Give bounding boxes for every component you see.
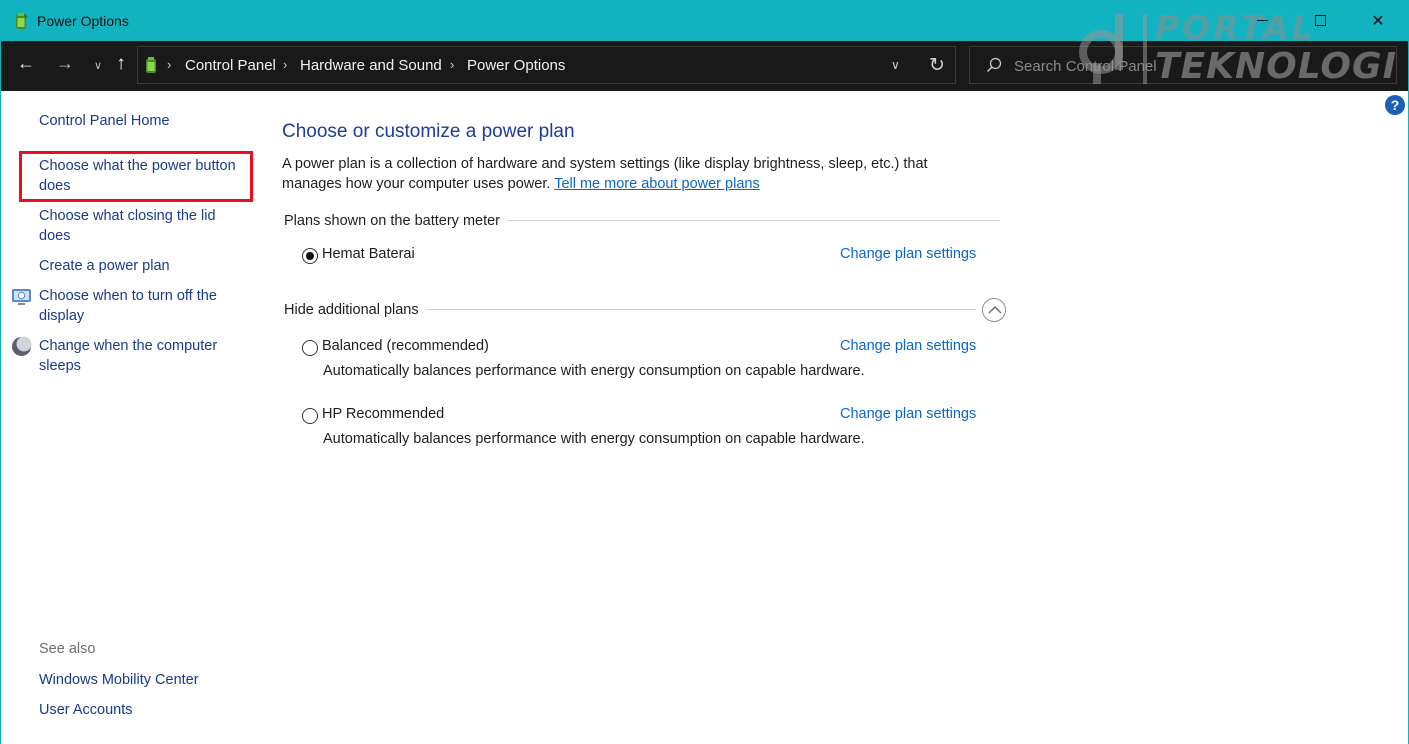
sidebar-item-power-button[interactable]: Choose what the power button does xyxy=(39,156,249,196)
power-options-window: Power Options ✕ ← → ∨ ↑ › Control Panel … xyxy=(0,0,1409,744)
plan-description-hp-recommended: Automatically balances performance with … xyxy=(323,431,865,447)
battery-section-heading: Plans shown on the battery meter xyxy=(284,213,509,229)
sidebar-item-create-plan[interactable]: Create a power plan xyxy=(39,256,249,276)
change-plan-settings-link[interactable]: Change plan settings xyxy=(840,406,976,422)
change-plan-settings-link[interactable]: Change plan settings xyxy=(840,338,976,354)
close-button[interactable]: ✕ xyxy=(1355,0,1401,41)
search-box[interactable] xyxy=(969,46,1397,84)
address-dropdown-button[interactable]: ∨ xyxy=(891,58,900,72)
forward-button[interactable]: → xyxy=(54,53,76,74)
back-button[interactable]: ← xyxy=(15,53,37,74)
display-icon xyxy=(12,289,31,305)
learn-more-link[interactable]: Tell me more about power plans xyxy=(554,176,760,192)
change-plan-settings-link[interactable]: Change plan settings xyxy=(840,246,976,262)
window-title: Power Options xyxy=(37,13,129,29)
minimize-button[interactable] xyxy=(1239,0,1285,41)
plan-description-balanced: Automatically balances performance with … xyxy=(323,363,865,379)
address-bar[interactable]: › Control Panel › Hardware and Sound › P… xyxy=(137,46,956,84)
sidebar-item-computer-sleeps[interactable]: Change when the computer sleeps xyxy=(39,336,249,376)
breadcrumb-power-options[interactable]: Power Options xyxy=(467,57,565,74)
maximize-icon xyxy=(1314,15,1326,26)
plan-radio-hp-recommended[interactable] xyxy=(302,408,318,424)
see-also-user-accounts[interactable]: User Accounts xyxy=(39,700,249,720)
chevron-up-icon xyxy=(988,306,1002,314)
collapse-button[interactable] xyxy=(982,298,1006,322)
plan-name-hemat-baterai[interactable]: Hemat Baterai xyxy=(322,246,415,262)
help-button[interactable]: ? xyxy=(1385,95,1405,115)
plan-name-balanced[interactable]: Balanced (recommended) xyxy=(322,338,489,354)
search-input[interactable] xyxy=(1014,55,1374,77)
sleep-moon-icon xyxy=(12,336,32,356)
breadcrumb-separator-icon[interactable]: › xyxy=(450,57,454,72)
maximize-button[interactable] xyxy=(1297,0,1343,41)
plan-name-hp-recommended[interactable]: HP Recommended xyxy=(322,406,444,422)
breadcrumb-control-panel[interactable]: Control Panel xyxy=(185,57,276,74)
power-options-icon xyxy=(16,13,28,29)
title-bar: Power Options ✕ xyxy=(1,0,1408,41)
page-description: A power plan is a collection of hardware… xyxy=(282,154,982,194)
page-title: Choose or customize a power plan xyxy=(282,121,575,142)
sidebar-item-control-panel-home[interactable]: Control Panel Home xyxy=(39,111,249,131)
breadcrumb-separator-icon[interactable]: › xyxy=(283,57,287,72)
plan-radio-balanced[interactable] xyxy=(302,340,318,356)
sidebar-item-turn-off-display[interactable]: Choose when to turn off the display xyxy=(39,286,249,326)
power-options-icon xyxy=(146,57,156,73)
navigation-bar: ← → ∨ ↑ › Control Panel › Hardware and S… xyxy=(1,41,1408,91)
minimize-icon xyxy=(1256,20,1268,21)
recent-locations-button[interactable]: ∨ xyxy=(87,59,109,72)
refresh-button[interactable]: ↻ xyxy=(929,54,945,77)
breadcrumb-hardware-and-sound[interactable]: Hardware and Sound xyxy=(300,57,442,74)
breadcrumb-separator-icon[interactable]: › xyxy=(167,57,171,72)
see-also-mobility-center[interactable]: Windows Mobility Center xyxy=(39,670,249,690)
up-button[interactable]: ↑ xyxy=(110,53,132,75)
sidebar-item-closing-lid[interactable]: Choose what closing the lid does xyxy=(39,206,249,246)
additional-plans-toggle[interactable]: Hide additional plans xyxy=(284,302,427,318)
close-icon: ✕ xyxy=(1371,12,1385,30)
plan-radio-hemat-baterai[interactable] xyxy=(302,248,318,264)
search-icon xyxy=(986,57,1002,73)
see-also-heading: See also xyxy=(39,641,96,657)
